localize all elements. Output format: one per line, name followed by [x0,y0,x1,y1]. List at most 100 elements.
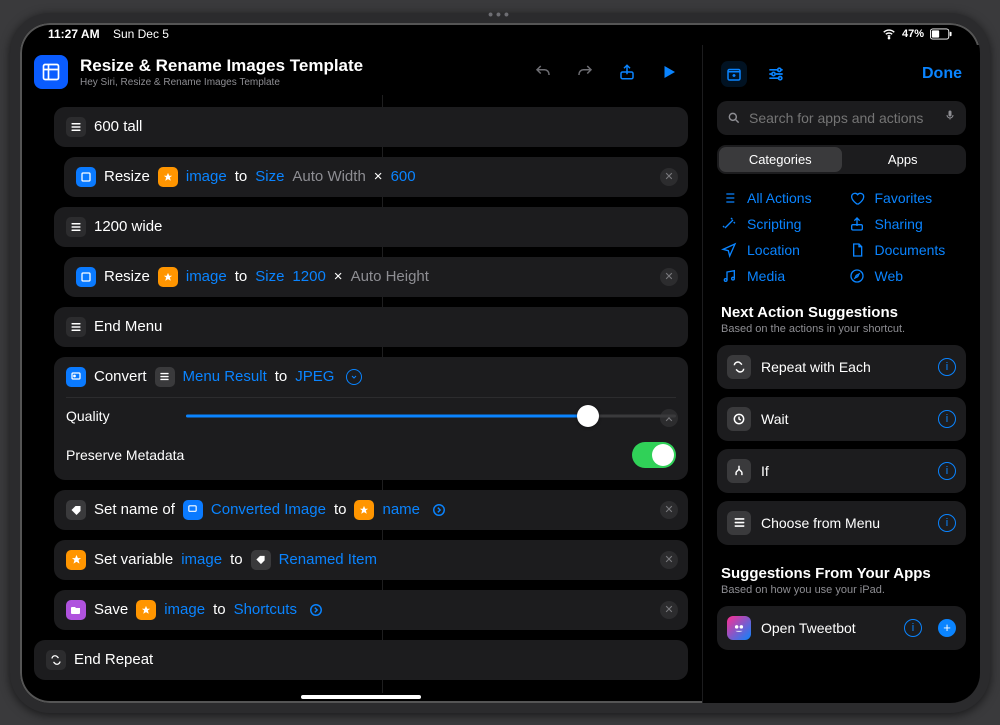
height-600[interactable]: 600 [391,168,416,185]
suggestion-if[interactable]: If i [717,449,966,493]
clock-icon [727,407,751,431]
seg-apps[interactable]: Apps [842,147,965,172]
next-suggestions-subtitle: Based on the actions in your shortcut. [703,323,980,345]
expand-arrow-icon[interactable] [432,503,446,517]
info-button[interactable]: i [938,358,956,376]
battery-pct: 47% [902,28,924,40]
suggestion-repeat-each[interactable]: Repeat with Each i [717,345,966,389]
end-menu-action[interactable]: End Menu [54,307,688,347]
set-variable-action[interactable]: Set variable image to Renamed Item ✕ [54,540,688,580]
battery-icon [930,27,952,39]
auto-width-placeholder[interactable]: Auto Width [292,168,365,185]
image-token[interactable]: image [186,168,227,185]
cat-scripting[interactable]: Scripting [721,216,835,232]
shortcuts-folder[interactable]: Shortcuts [234,601,297,618]
suggestion-choose-menu[interactable]: Choose from Menu i [717,501,966,545]
from-apps-title: Suggestions From Your Apps [703,561,980,584]
menu-icon [66,217,86,237]
status-time: 11:27 AM [48,27,100,41]
share-button[interactable] [612,57,642,87]
from-apps-subtitle: Based on how you use your iPad. [703,584,980,606]
image-token[interactable]: image [186,268,227,285]
redo-button[interactable] [570,57,600,87]
resize-600-action[interactable]: Resize image to Size Auto Width × 600 ✕ [64,157,688,197]
to-word: to [334,501,347,518]
cat-location[interactable]: Location [721,242,835,258]
size-word[interactable]: Size [255,268,284,285]
convert-row[interactable]: Convert Menu Result to JPEG ✕ [54,357,688,397]
delete-action-button[interactable]: ✕ [660,268,678,286]
image-var-name[interactable]: image [181,551,222,568]
cat-favorites[interactable]: Favorites [849,190,963,206]
next-suggestions-title: Next Action Suggestions [703,300,980,323]
info-button[interactable]: i [938,514,956,532]
menu-item-1200[interactable]: 1200 wide [54,207,688,247]
delete-action-button[interactable]: ✕ [660,601,678,619]
cat-sharing[interactable]: Sharing [849,216,963,232]
end-repeat-action[interactable]: End Repeat [34,640,688,680]
info-button[interactable]: i [938,410,956,428]
end-menu-label: End Menu [94,318,162,335]
settings-button[interactable] [763,61,789,87]
dictation-icon[interactable] [944,107,956,128]
menu-item-600[interactable]: 600 tall [54,107,688,147]
branch-icon [727,459,751,483]
width-1200[interactable]: 1200 [292,268,325,285]
done-button[interactable]: Done [922,65,962,83]
cat-documents[interactable]: Documents [849,242,963,258]
save-file-action[interactable]: Save image to Shortcuts ✕ [54,590,688,630]
wand-icon [721,216,737,232]
preserve-metadata-toggle[interactable] [632,442,676,468]
cat-all-actions[interactable]: All Actions [721,190,835,206]
to-word: to [213,601,226,618]
convert-action-block: Convert Menu Result to JPEG ✕ [54,357,688,480]
image-token[interactable]: image [164,601,205,618]
save-label: Save [94,601,128,618]
converted-image-token[interactable]: Converted Image [211,501,326,518]
jpeg-token[interactable]: JPEG [295,368,334,385]
set-name-of-label: Set name of [94,501,175,518]
times-sign: × [374,168,383,185]
add-suggestion-button[interactable]: + [938,619,956,637]
search-field[interactable] [717,101,966,135]
info-button[interactable]: i [904,619,922,637]
renamed-item-token[interactable]: Renamed Item [279,551,377,568]
resize-label: Resize [104,268,150,285]
to-word: to [275,368,288,385]
undo-button[interactable] [528,57,558,87]
shortcut-title: Resize & Rename Images Template [80,56,516,76]
cat-media[interactable]: Media [721,268,835,284]
expand-arrow-icon[interactable] [309,603,323,617]
run-button[interactable] [654,57,684,87]
convert-label: Convert [94,368,147,385]
resize-1200-action[interactable]: Resize image to Size 1200 × Auto Height … [64,257,688,297]
search-input[interactable] [749,110,936,126]
seg-categories[interactable]: Categories [719,147,842,172]
multitask-dots-icon[interactable]: ••• [488,13,512,23]
size-word[interactable]: Size [255,168,284,185]
times-sign: × [334,268,343,285]
add-action-button[interactable] [721,61,747,87]
quality-row: Quality [54,398,688,434]
name-token[interactable]: name [382,501,420,518]
collapse-arrow-icon[interactable] [346,369,362,385]
magic-var-icon [155,367,175,387]
convert-icon [66,367,86,387]
document-icon [849,242,865,258]
menu-icon [66,317,86,337]
quality-slider[interactable] [186,406,676,426]
delete-action-button[interactable]: ✕ [660,551,678,569]
auto-height-placeholder[interactable]: Auto Height [351,268,429,285]
set-name-action[interactable]: Set name of Converted Image to name ✕ [54,490,688,530]
editor-pane: Resize & Rename Images Template Hey Siri… [20,45,702,703]
to-word: to [235,268,248,285]
delete-action-button[interactable]: ✕ [660,501,678,519]
home-indicator[interactable] [301,695,421,699]
info-button[interactable]: i [938,462,956,480]
cat-web[interactable]: Web [849,268,963,284]
menu-result-token[interactable]: Menu Result [183,368,267,385]
suggestion-wait[interactable]: Wait i [717,397,966,441]
heart-icon [849,190,865,206]
suggestion-open-tweetbot[interactable]: Open Tweetbot i + [717,606,966,650]
delete-action-button[interactable]: ✕ [660,168,678,186]
